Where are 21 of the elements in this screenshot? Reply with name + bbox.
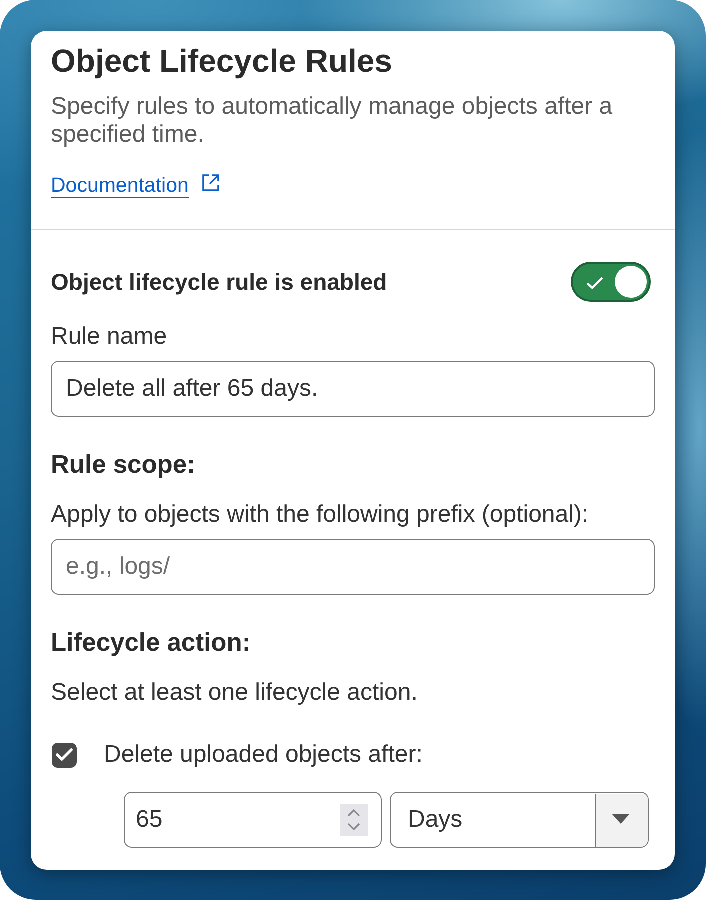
toggle-label: Object lifecycle rule is enabled <box>51 268 388 296</box>
description-text: Specify rules to automatically manage objects after a specified time. <box>51 93 614 149</box>
section-heading: Lifecycle action: <box>51 628 252 658</box>
chevron-up-down-icon <box>340 804 368 836</box>
checkbox[interactable] <box>52 742 77 768</box>
field-label: Apply to objects with the following prefix (optional): <box>51 501 590 529</box>
text-field[interactable]: e.g., logs/ <box>51 539 655 595</box>
field-label: Rule name <box>51 323 168 351</box>
caret-down-icon <box>595 794 648 846</box>
hint-text: Select at least one lifecycle action. <box>51 679 419 707</box>
page-title: Object Lifecycle Rules <box>51 43 394 79</box>
checkbox-label: Delete uploaded objects after: <box>104 741 423 769</box>
text-field[interactable]: Delete all after 65 days. <box>51 361 655 417</box>
external-link-icon <box>200 173 221 193</box>
toggle-switch[interactable] <box>571 262 651 302</box>
number-field[interactable]: 65 <box>124 792 382 848</box>
section-heading: Rule scope: <box>51 450 197 480</box>
documentation-link[interactable]: Documentation <box>51 174 189 198</box>
check-icon <box>56 748 73 762</box>
unit-dropdown[interactable]: Days <box>390 792 649 848</box>
check-icon <box>586 276 604 290</box>
